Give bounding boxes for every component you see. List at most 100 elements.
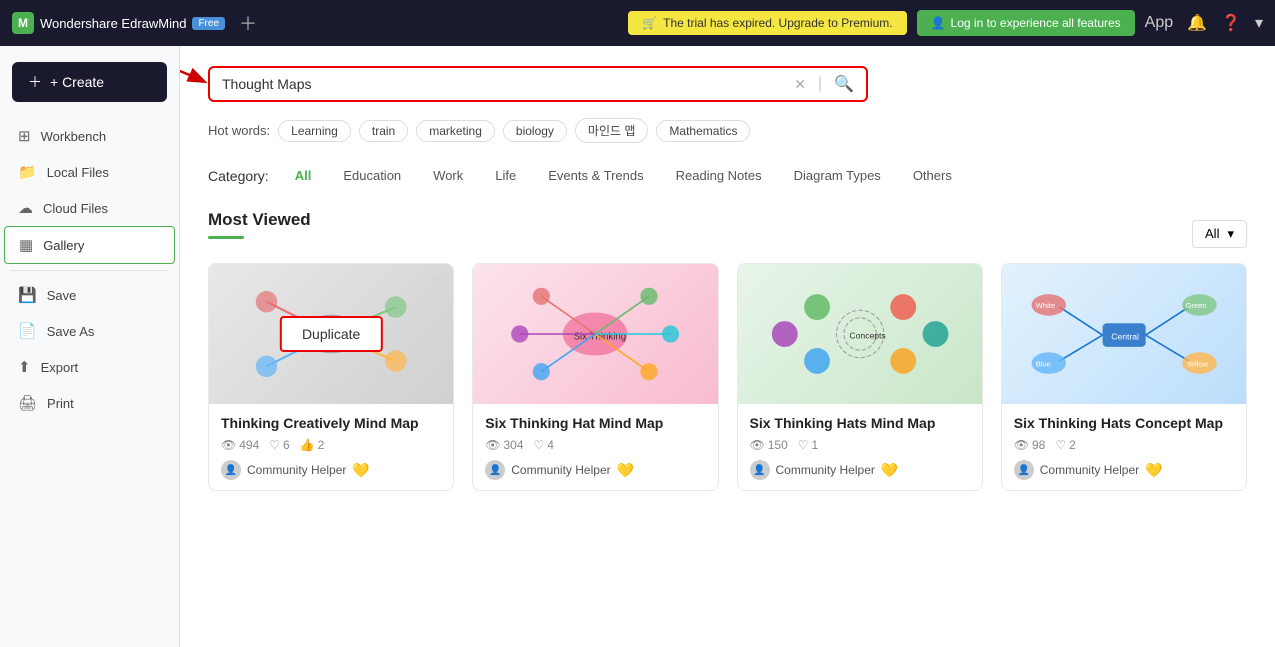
views-icon-3: 👁	[750, 438, 765, 452]
author-name-2: Community Helper	[511, 463, 610, 477]
views-icon-2: 👁	[485, 438, 500, 452]
app-label: App	[1145, 14, 1173, 32]
svg-text:Blue: Blue	[1036, 359, 1051, 368]
svg-text:White: White	[1036, 301, 1055, 310]
cards-grid: Duplicate ♡ Thinking Creatively Mind Map…	[208, 263, 1247, 491]
save-as-icon: 📄	[18, 322, 37, 340]
search-annotation: ✕ | 🔍	[208, 66, 1247, 102]
login-button[interactable]: 👤 Log in to experience all features	[917, 10, 1135, 36]
create-button[interactable]: ＋ + Create	[12, 62, 167, 102]
card-six-hat-mind-map[interactable]: Six Thinking	[472, 263, 718, 491]
cat-tab-all[interactable]: All	[281, 163, 326, 188]
card-stats-2: 👁 304 ♡ 4	[485, 438, 705, 452]
hotwords-label: Hot words:	[208, 123, 270, 138]
card-author-3: 👤 Community Helper 💛	[750, 460, 970, 480]
card-body-3: Six Thinking Hats Mind Map 👁 150 ♡ 1 👤	[738, 404, 982, 490]
chevron-icon[interactable]: ▾	[1255, 13, 1263, 33]
gallery-icon: ▦	[19, 236, 33, 254]
views-count-2: 304	[503, 438, 523, 452]
duplicate-button-1[interactable]: Duplicate	[280, 316, 382, 352]
hotword-train[interactable]: train	[359, 120, 408, 142]
topbar: M Wondershare EdrawMind Free ＋ 🛒 The tri…	[0, 0, 1275, 46]
author-avatar-4: 👤	[1014, 460, 1034, 480]
plus-icon: ＋	[28, 72, 42, 92]
views-stat-1: 👁 494	[221, 438, 259, 452]
sidebar-item-local-files[interactable]: 📁 Local Files	[4, 154, 175, 190]
section-title: Most Viewed	[208, 210, 311, 230]
card-author-1: 👤 Community Helper 💛	[221, 460, 441, 480]
search-input[interactable]	[222, 76, 786, 92]
new-tab-button[interactable]: ＋	[239, 10, 257, 36]
likes-stat-2: ♡ 4	[534, 438, 554, 452]
cat-tab-education[interactable]: Education	[329, 163, 415, 188]
sidebar-item-save-as[interactable]: 📄 Save As	[4, 313, 175, 349]
save-as-label: Save As	[47, 324, 95, 339]
help-icon[interactable]: ❓	[1221, 13, 1241, 33]
local-files-label: Local Files	[47, 165, 109, 180]
card-title-1: Thinking Creatively Mind Map	[221, 414, 441, 432]
search-divider: |	[818, 75, 822, 93]
svg-text:Central: Central	[1111, 331, 1139, 341]
section-header: Most Viewed All ▾	[208, 210, 1247, 257]
sidebar-divider	[10, 270, 169, 271]
heart-icon-1[interactable]: ♡	[431, 272, 445, 292]
topbar-icons: App 🔔 ❓ ▾	[1145, 13, 1263, 33]
cat-tab-others[interactable]: Others	[899, 163, 966, 188]
card-thinking-creatively[interactable]: Duplicate ♡ Thinking Creatively Mind Map…	[208, 263, 454, 491]
likes-stat-3: ♡ 1	[798, 438, 818, 452]
card-stats-4: 👁 98 ♡ 2	[1014, 438, 1234, 452]
card-six-hats-mind-map[interactable]: Concepts Six Thinking Hats Mind Map 👁 15…	[737, 263, 983, 491]
section-underline	[208, 236, 244, 239]
cat-tab-work[interactable]: Work	[419, 163, 477, 188]
cat-tab-events[interactable]: Events & Trends	[534, 163, 657, 188]
card-author-2: 👤 Community Helper 💛	[485, 460, 705, 480]
sidebar-item-workbench[interactable]: ⊞ Workbench	[4, 118, 175, 154]
likes-stat-1: ♡ 6	[269, 438, 289, 452]
views-count-4: 98	[1032, 438, 1045, 452]
svg-text:Yellow: Yellow	[1186, 359, 1208, 368]
sidebar-item-print[interactable]: 🖨 Print	[4, 385, 175, 421]
cat-tab-reading-notes[interactable]: Reading Notes	[662, 163, 776, 188]
sidebar-item-gallery[interactable]: ▦ Gallery	[4, 226, 175, 264]
sidebar-item-export[interactable]: ⬆ Export	[4, 349, 175, 385]
search-button[interactable]: 🔍	[834, 74, 854, 94]
category-label: Category:	[208, 168, 269, 184]
hotword-mathematics[interactable]: Mathematics	[656, 120, 750, 142]
hotword-mindmap-kr[interactable]: 마인드 맵	[575, 118, 649, 143]
card-six-hats-concept-map[interactable]: Central White Green Blue Yellow	[1001, 263, 1247, 491]
views-icon-4: 👁	[1014, 438, 1029, 452]
views-icon-1: 👁	[221, 438, 236, 452]
cat-tab-diagram-types[interactable]: Diagram Types	[780, 163, 895, 188]
save-icon: 💾	[18, 286, 37, 304]
card-stats-1: 👁 494 ♡ 6 👍 2	[221, 438, 441, 452]
bell-icon[interactable]: 🔔	[1187, 13, 1207, 33]
sidebar-item-cloud-files[interactable]: ☁ Cloud Files	[4, 190, 175, 226]
hotword-biology[interactable]: biology	[503, 120, 567, 142]
likes-stat-4: ♡ 2	[1055, 438, 1075, 452]
filter-dropdown[interactable]: All ▾	[1192, 220, 1247, 248]
author-avatar-2: 👤	[485, 460, 505, 480]
mind-map-preview-4: Central White Green Blue Yellow	[1002, 264, 1246, 404]
card-title-4: Six Thinking Hats Concept Map	[1014, 414, 1234, 432]
hotword-learning[interactable]: Learning	[278, 120, 351, 142]
local-files-icon: 📁	[18, 163, 37, 181]
card-body-4: Six Thinking Hats Concept Map 👁 98 ♡ 2 👤	[1002, 404, 1246, 490]
export-label: Export	[41, 360, 79, 375]
clear-search-button[interactable]: ✕	[794, 76, 806, 93]
views-stat-3: 👁 150	[750, 438, 788, 452]
sidebar-item-save[interactable]: 💾 Save	[4, 277, 175, 313]
cat-tab-life[interactable]: Life	[481, 163, 530, 188]
card-body-1: Thinking Creatively Mind Map 👁 494 ♡ 6 👍	[209, 404, 453, 490]
hotword-marketing[interactable]: marketing	[416, 120, 495, 142]
section-title-wrapper: Most Viewed	[208, 210, 311, 257]
cart-icon: 🛒	[642, 16, 657, 30]
card-title-3: Six Thinking Hats Mind Map	[750, 414, 970, 432]
gold-badge-1: 💛	[352, 462, 369, 479]
card-thumbnail-3: Concepts	[738, 264, 982, 404]
user-icon: 👤	[931, 16, 946, 30]
views-count-1: 494	[239, 438, 259, 452]
likes-count-2: 4	[547, 438, 554, 452]
logo-icon: M	[12, 12, 34, 34]
card-body-2: Six Thinking Hat Mind Map 👁 304 ♡ 4 👤	[473, 404, 717, 490]
export-icon: ⬆	[18, 358, 31, 376]
